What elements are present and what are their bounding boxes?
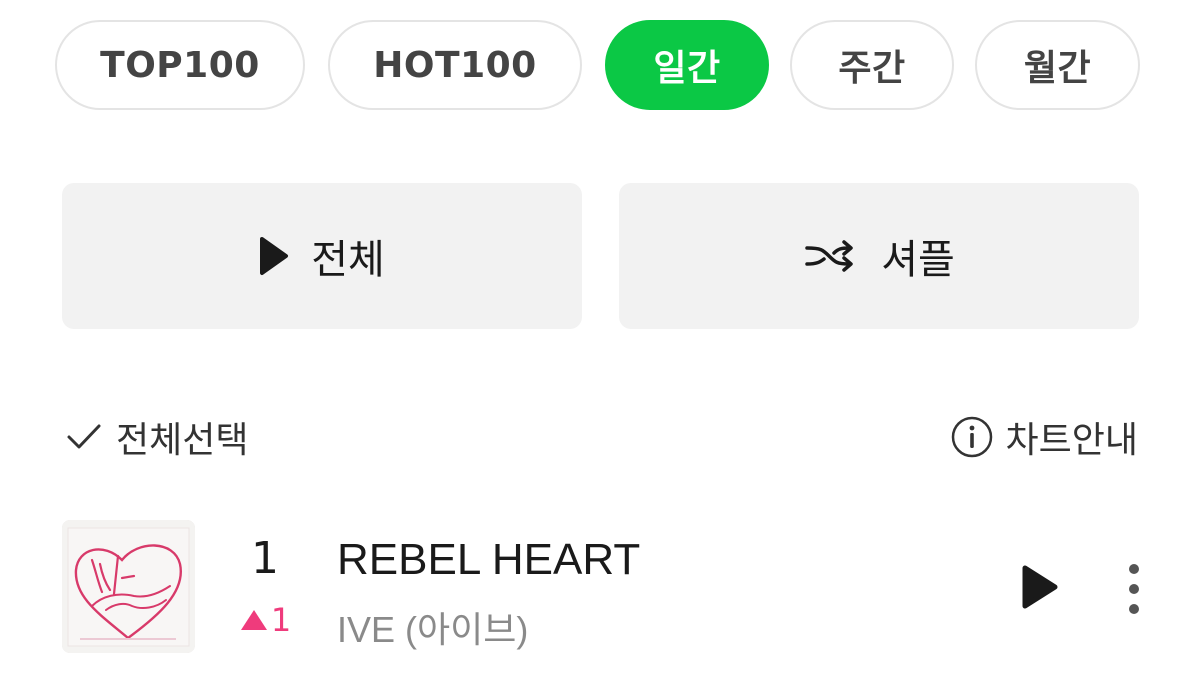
album-art[interactable] bbox=[62, 520, 195, 653]
shuffle-button[interactable]: 셔플 bbox=[619, 183, 1139, 329]
tab-top100[interactable]: TOP100 bbox=[55, 20, 305, 110]
song-play-button[interactable] bbox=[1020, 563, 1060, 611]
chart-info-button[interactable]: 차트안내 bbox=[950, 410, 1138, 464]
select-all-button[interactable]: 전체선택 bbox=[66, 410, 248, 464]
rank-change: 1 bbox=[238, 601, 294, 639]
shuffle-label: 셔플 bbox=[881, 237, 955, 283]
play-all-label: 전체 bbox=[311, 237, 385, 283]
album-cover-image bbox=[62, 520, 195, 653]
tab-daily[interactable]: 일간 bbox=[605, 20, 769, 110]
more-vertical-icon bbox=[1129, 564, 1139, 614]
shuffle-icon bbox=[803, 238, 859, 274]
chart-tabs: TOP100 HOT100 일간 주간 월간 bbox=[55, 20, 1140, 112]
rank-change-value: 1 bbox=[270, 601, 292, 639]
tab-weekly[interactable]: 주간 bbox=[790, 20, 954, 110]
info-icon bbox=[950, 415, 994, 459]
check-icon bbox=[66, 422, 102, 452]
song-artist[interactable]: IVE (아이브) bbox=[337, 601, 528, 653]
chart-info-label: 차트안내 bbox=[1005, 420, 1138, 461]
play-icon bbox=[259, 236, 289, 276]
song-row[interactable]: 1 1 REBEL HEART IVE (아이브) bbox=[0, 515, 1200, 665]
rank-up-icon bbox=[240, 610, 267, 630]
tab-hot100[interactable]: HOT100 bbox=[328, 20, 582, 110]
play-icon bbox=[1022, 565, 1058, 609]
song-title[interactable]: REBEL HEART bbox=[337, 535, 640, 585]
more-options-button[interactable] bbox=[1122, 561, 1146, 617]
tab-monthly[interactable]: 월간 bbox=[975, 20, 1140, 110]
rank-number: 1 bbox=[251, 533, 279, 584]
play-all-button[interactable]: 전체 bbox=[62, 183, 582, 329]
select-all-label: 전체선택 bbox=[116, 420, 249, 461]
chart-screen: TOP100 HOT100 일간 주간 월간 전체 셔플 전체선택 차트안내 1… bbox=[0, 0, 1200, 684]
